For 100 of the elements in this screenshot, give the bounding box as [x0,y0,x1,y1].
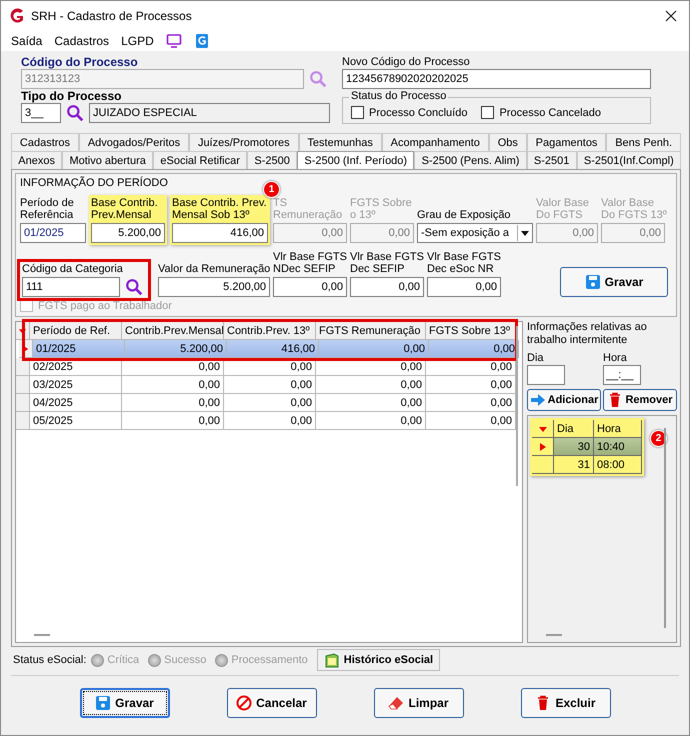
table-cell: 0,00 [224,358,316,376]
field-label: Dia [527,351,545,365]
new-process-code-field[interactable]: 12345678902020202025 [342,69,651,89]
section-title: Informações relativas ao trabalho intermitente [527,321,648,347]
table-cell: 08:00 [594,456,642,474]
checkbox[interactable]: Processo Cancelado [481,106,601,119]
process-type-field[interactable]: JUIZADO ESPECIAL [89,103,330,123]
row-indicator[interactable] [16,358,30,376]
field-label: Vlr Base FGTS Dec SEFIP [350,251,424,275]
search-icon[interactable] [125,278,143,296]
row-indicator-header[interactable] [532,420,554,438]
add-button[interactable]: Adicionar [527,389,601,411]
search-icon[interactable] [66,104,84,122]
table-cell: 04/2025 [30,394,122,412]
tab[interactable]: Advogados/Peritos [78,133,190,151]
delete-button[interactable]: Excluir [520,688,610,718]
text-field[interactable]: 416,00 [172,223,268,243]
field-label: TS Remuneração [273,197,344,221]
table-cell: 31 [554,456,594,474]
row-indicator[interactable] [532,438,554,456]
tab[interactable]: Obs [488,133,527,151]
tab[interactable]: S-2500 (Pens. Alim) [414,151,527,169]
table-cell: 30 [554,438,594,456]
cancel-button[interactable]: Cancelar [226,688,316,718]
tab[interactable]: Acompanhamento [382,133,489,151]
field-label: Base Contrib. Prev.Mensal [91,197,159,221]
table-cell: 0,00 [122,394,224,412]
table-cell: 01/2025 [33,340,125,358]
tab[interactable]: S-2500 (Inf. Período) [297,151,414,169]
category-field[interactable]: 111 [22,277,120,297]
tab[interactable]: Anexos [11,151,62,169]
app-logo-icon [9,8,25,24]
table-cell: 0,00 [122,412,224,430]
selected-row[interactable]: 30 10:40 [532,438,642,456]
menu-item[interactable]: Cadastros [54,34,110,48]
tab[interactable]: Bens Penh. [606,133,681,151]
document-icon [324,652,340,668]
tab[interactable]: S-2500 [247,151,298,169]
menu-item[interactable]: LGPD [121,34,154,48]
field-label: Valor Base Do FGTS [536,197,590,221]
text-field[interactable]: 5.200,00 [158,277,270,297]
field-label: Hora [603,351,628,365]
book-icon[interactable] [194,33,210,49]
monitor-icon[interactable] [166,33,182,49]
no-entry-icon [236,694,252,710]
history-button[interactable]: Histórico eSocial [316,649,440,671]
field-label: Grau de Exposição [417,209,512,221]
menu-item[interactable]: Saída [11,34,42,48]
eraser-icon [388,694,404,710]
table-cell: 0,00 [224,376,316,394]
field-label: Novo Código do Processo [342,55,471,69]
tab[interactable]: Testemunhas [298,133,382,151]
text-field[interactable]: 5.200,00 [91,223,165,243]
table-cell: 5.200,00 [125,340,227,358]
tab[interactable]: Cadastros [11,133,79,151]
close-icon[interactable] [665,10,677,22]
tab[interactable]: Juízes/Promotores [189,133,299,151]
field-label: Código da Categoria [22,263,124,275]
column-header[interactable]: Período de Ref. [30,322,122,340]
column-header[interactable]: FGTS Remuneração [316,322,426,340]
remove-button[interactable]: Remover [603,389,677,411]
text-field[interactable]: 0,00 [427,277,501,297]
column-header[interactable]: FGTS Sobre 13º [426,322,516,340]
column-header[interactable]: Contrib.Prev.Mensal [122,322,224,340]
status-label: Status eSocial: [13,654,86,666]
tab[interactable]: S-2501 [526,151,577,169]
tab[interactable]: Motivo abertura [62,151,154,169]
row-pointer-icon [538,442,548,452]
field-label: Valor Base Do FGTS 13º [601,197,665,221]
text-field[interactable]: 01/2025 [20,223,86,243]
table-cell: 0,00 [224,412,316,430]
table-cell: 416,00 [227,340,319,358]
window-title: SRH - Cadastro de Processos [31,9,193,23]
checkbox[interactable]: Processo Concluído [351,106,468,119]
tab[interactable]: S-2501(Inf.Compl) [576,151,682,169]
save-button[interactable]: Gravar [560,267,668,297]
field-label: Período de Referência [20,197,75,221]
column-header[interactable]: Contrib.Prev. 13º [224,322,316,340]
table-cell: 0,00 [316,358,426,376]
table-cell: 0,00 [122,376,224,394]
tab[interactable]: eSocial Retificar [153,151,248,169]
field-label: Tipo do Processo [21,89,122,103]
clear-button[interactable]: Limpar [374,688,464,718]
table-cell: 0,00 [224,394,316,412]
column-header[interactable]: Hora [594,420,642,438]
table-cell: 0,00 [122,358,224,376]
table-cell: 0,00 [429,340,519,358]
field-label: Vlr Base FGTS Dec eSoc NR [427,251,501,275]
dropdown[interactable]: -Sem exposição a [417,223,533,243]
day-field[interactable] [527,365,565,385]
text-field[interactable]: 0,00 [350,277,424,297]
group-title: INFORMAÇÃO DO PERÍODO [20,177,168,189]
table-cell: 03/2025 [30,376,122,394]
hour-field[interactable]: __:__ [603,365,641,385]
process-type-code-field[interactable]: 3__ [21,103,61,123]
text-field[interactable]: 0,00 [273,277,347,297]
column-header[interactable]: Dia [554,420,594,438]
row-indicator[interactable] [532,456,554,474]
tab[interactable]: Pagamentos [526,133,606,151]
save-button[interactable]: Gravar [80,688,170,718]
